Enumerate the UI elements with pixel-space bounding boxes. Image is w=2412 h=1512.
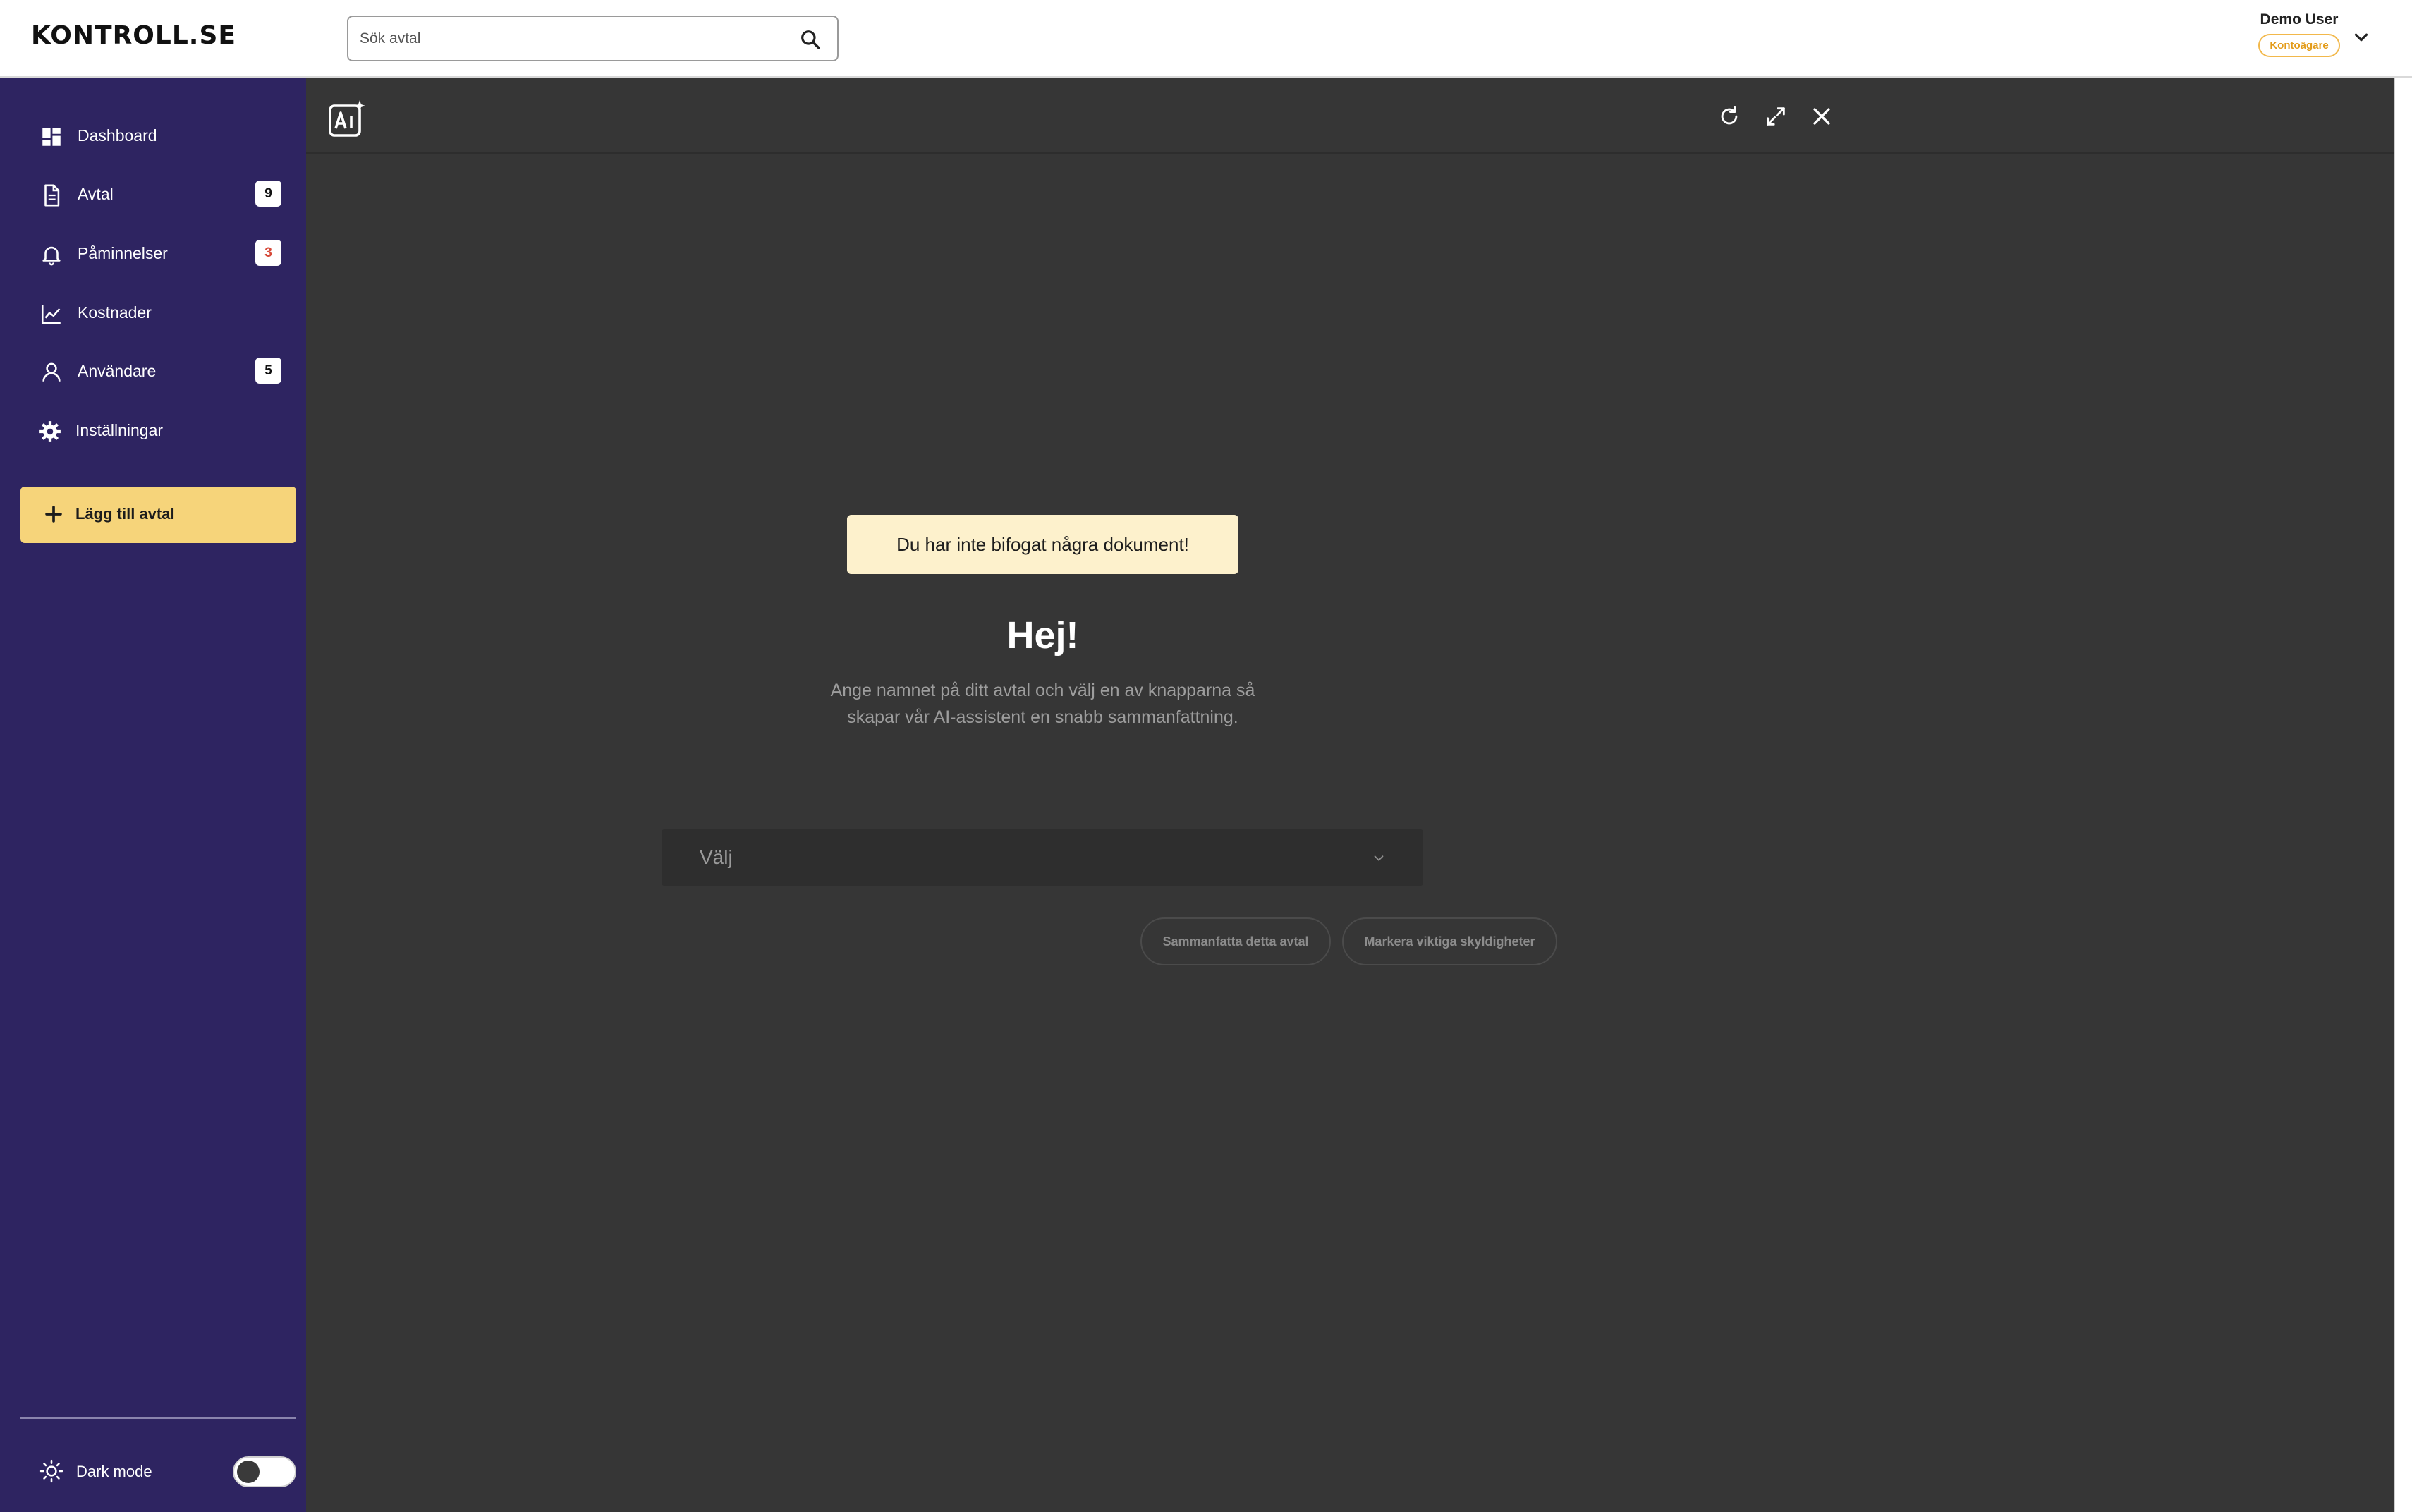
greeting-heading: Hej! [1006, 614, 1079, 657]
sidebar-item-dashboard[interactable]: Dashboard [0, 111, 306, 160]
plus-icon [45, 506, 62, 523]
ai-assistant-panel [306, 78, 2394, 1512]
user-name: Demo User [2260, 11, 2339, 28]
panel-header [306, 78, 2394, 154]
highlight-obligations-button[interactable]: Markera viktiga skyldigheter [1342, 917, 1557, 965]
sidebar-item-kostnader[interactable]: Kostnader [0, 288, 306, 337]
search-box[interactable] [347, 16, 839, 61]
user-icon [42, 362, 61, 382]
sidebar-item-label: Användare [78, 362, 157, 380]
sidebar-item-label: Avtal [78, 185, 114, 203]
subtitle-line: skapar vår AI-assistent en snabb sammanf… [847, 707, 1238, 727]
contract-select[interactable]: Välj [662, 829, 1423, 886]
role-badge: Kontoägare [2258, 34, 2340, 57]
chevron-down-icon [1374, 855, 1384, 861]
summarize-contract-button[interactable]: Sammanfatta detta avtal [1140, 917, 1331, 965]
expand-icon[interactable] [1764, 104, 1788, 128]
user-menu[interactable]: Demo User Kontoägare [2253, 11, 2345, 57]
ai-assistant-icon [329, 100, 365, 137]
add-contract-button[interactable]: Lägg till avtal [20, 487, 296, 543]
dark-mode-toggle[interactable] [233, 1456, 296, 1487]
sun-icon [39, 1459, 63, 1483]
sidebar: Dashboard Avtal 9 Påminnelser 3 Kostnade… [0, 78, 306, 1512]
assistant-subtitle: Ange namnet på ditt avtal och välj en av… [780, 677, 1305, 731]
select-value: Välj [700, 846, 733, 868]
subtitle-line: Ange namnet på ditt avtal och välj en av… [830, 681, 1255, 700]
count-badge: 3 [255, 240, 281, 266]
no-documents-notice: Du har inte bifogat några dokument! [847, 515, 1238, 574]
dashboard-icon [42, 128, 61, 146]
count-badge: 9 [255, 181, 281, 207]
sidebar-item-paminnelser[interactable]: Påminnelser 3 [0, 228, 306, 278]
close-icon[interactable] [1810, 104, 1834, 128]
sidebar-divider [20, 1418, 296, 1419]
bell-icon [42, 246, 61, 266]
count-badge: 5 [255, 358, 281, 384]
sidebar-item-label: Påminnelser [78, 244, 168, 262]
gear-icon [39, 421, 61, 442]
dark-mode-row: Dark mode [0, 1442, 306, 1499]
dark-mode-label: Dark mode [76, 1463, 152, 1480]
search-input[interactable] [358, 25, 781, 52]
sidebar-item-label: Dashboard [78, 126, 157, 145]
toggle-knob [237, 1461, 260, 1483]
sidebar-item-label: Inställningar [75, 421, 164, 439]
sidebar-item-anvandare[interactable]: Användare 5 [0, 346, 306, 396]
sidebar-item-avtal[interactable]: Avtal 9 [0, 169, 306, 219]
top-bar: KONTROLL.SE Demo User Kontoägare [0, 0, 2412, 78]
scrollbar-track[interactable] [2394, 78, 2412, 1512]
chevron-down-icon[interactable] [2351, 27, 2372, 48]
sidebar-item-installningar[interactable]: Inställningar [0, 406, 306, 455]
sidebar-item-label: Kostnader [78, 303, 152, 322]
chart-line-icon [41, 305, 61, 324]
document-icon [44, 184, 60, 207]
app-logo[interactable]: KONTROLL.SE [31, 21, 236, 50]
search-icon[interactable] [799, 28, 822, 51]
refresh-icon[interactable] [1717, 104, 1741, 128]
add-contract-label: Lägg till avtal [75, 505, 175, 523]
